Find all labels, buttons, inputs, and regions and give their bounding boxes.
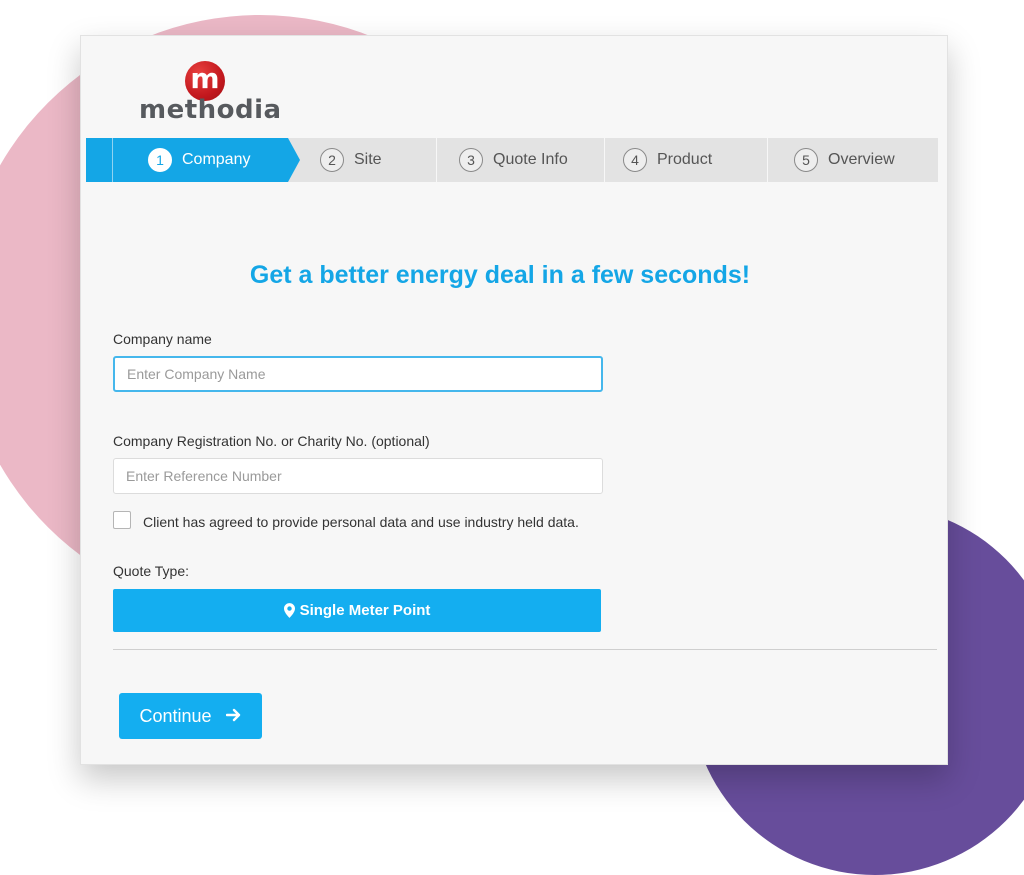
step-quote-info[interactable]: 3 Quote Info: [437, 138, 605, 182]
company-name-label: Company name: [113, 331, 212, 347]
step-number: 5: [794, 148, 818, 172]
step-number: 2: [320, 148, 344, 172]
continue-button[interactable]: Continue: [119, 693, 262, 739]
step-product[interactable]: 4 Product: [605, 138, 768, 182]
methodia-logo: m methodia: [139, 61, 282, 131]
step-label: Overview: [828, 151, 895, 168]
step-number: 4: [623, 148, 647, 172]
step-site[interactable]: 2 Site: [288, 138, 437, 182]
quote-form-card: m methodia 1 Company 2 Site 3 Quote Info…: [80, 35, 948, 765]
consent-checkbox[interactable]: [113, 511, 131, 529]
step-company[interactable]: 1 Company: [86, 138, 300, 182]
form-divider: [113, 649, 937, 650]
company-name-input[interactable]: [113, 356, 603, 392]
step-label: Product: [657, 151, 713, 168]
step-number: 1: [148, 148, 172, 172]
step-progress-bar: 1 Company 2 Site 3 Quote Info 4 Product …: [86, 138, 938, 182]
step-overview[interactable]: 5 Overview: [768, 138, 938, 182]
step-label: Company: [182, 151, 251, 168]
quote-type-label: Quote Type:: [113, 563, 190, 579]
quote-type-button-label: Single Meter Point: [299, 602, 431, 619]
step-number: 3: [459, 148, 483, 172]
consent-label: Client has agreed to provide personal da…: [143, 514, 579, 530]
map-pin-icon: [283, 603, 295, 618]
logo-text: methodia: [139, 95, 282, 125]
page-headline: Get a better energy deal in a few second…: [249, 261, 751, 289]
registration-number-label: Company Registration No. or Charity No. …: [113, 433, 430, 449]
continue-label: Continue: [139, 705, 212, 726]
single-meter-point-button[interactable]: Single Meter Point: [113, 589, 601, 632]
registration-number-input[interactable]: [113, 458, 603, 494]
step-label: Site: [354, 151, 382, 168]
arrow-right-icon: [225, 706, 242, 727]
step-label: Quote Info: [493, 151, 568, 168]
